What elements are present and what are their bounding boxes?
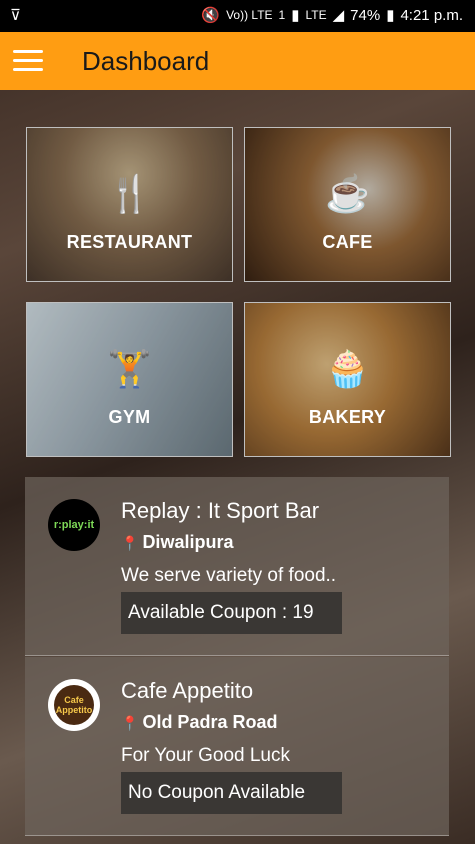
category-bakery[interactable]: 🧁 BAKERY	[244, 302, 451, 457]
coffee-cup-icon: ☕	[325, 173, 370, 214]
listing-name: Replay : It Sport Bar	[121, 498, 320, 523]
category-label: RESTAURANT	[66, 232, 193, 252]
category-cafe[interactable]: ☕ CAFE	[244, 127, 451, 282]
listing-location: 📍 Diwalipura	[121, 532, 233, 553]
signal-strength-icon: ◢	[332, 7, 345, 24]
location-pin-icon: 📍	[121, 535, 139, 551]
category-label: BAKERY	[308, 407, 387, 427]
battery-icon: ▮	[386, 7, 395, 24]
cupcake-icon: 🧁	[325, 348, 370, 389]
volte-label: Vo)) LTE	[226, 8, 273, 22]
category-gym[interactable]: 🏋 GYM	[26, 302, 233, 457]
cafe-appetito-logo: Cafe Appetito	[48, 679, 100, 731]
replay-logo: r:play:it	[48, 499, 100, 551]
weightlifter-icon: 🏋	[107, 348, 152, 389]
category-restaurant[interactable]: 🍴 RESTAURANT	[26, 127, 233, 282]
category-label: GYM	[108, 407, 151, 427]
coupon-button[interactable]: Available Coupon : 19	[121, 592, 342, 634]
listing-location: 📍 Old Padra Road	[121, 712, 277, 733]
listing-card[interactable]: Cafe Appetito Cafe Appetito 📍 Old Padra Ro…	[25, 657, 449, 836]
status-bar: ⊽ 🔇 Vo)) LTE 1 ▮ LTE ◢ 74% ▮ 4:21 p.m.	[0, 0, 475, 32]
listing-card[interactable]: r:play:it Replay : It Sport Bar 📍 Diwalip…	[25, 477, 449, 656]
listing-description: For Your Good Luck	[121, 745, 290, 766]
location-text: Diwalipura	[142, 532, 234, 552]
location-pin-icon: 📍	[121, 715, 139, 731]
mute-icon: 🔇	[201, 7, 221, 24]
page-title: Dashboard	[82, 46, 210, 76]
listing-description: We serve variety of food..	[121, 565, 337, 586]
hamburger-icon[interactable]	[13, 50, 43, 72]
lte-label: LTE	[305, 8, 327, 22]
category-label: CAFE	[322, 232, 373, 252]
sim-label: 1	[278, 8, 286, 22]
restaurant-icon: 🍴	[107, 173, 152, 214]
network-check-icon: ⊽	[10, 7, 21, 24]
clock: 4:21 p.m.	[400, 6, 463, 24]
coupon-button[interactable]: No Coupon Available	[121, 772, 342, 814]
location-text: Old Padra Road	[142, 712, 278, 732]
battery-percent: 74%	[350, 6, 381, 24]
listing-name: Cafe Appetito	[121, 678, 254, 703]
app-bar: Dashboard	[0, 32, 475, 90]
signal-icon: ▮	[291, 7, 300, 24]
